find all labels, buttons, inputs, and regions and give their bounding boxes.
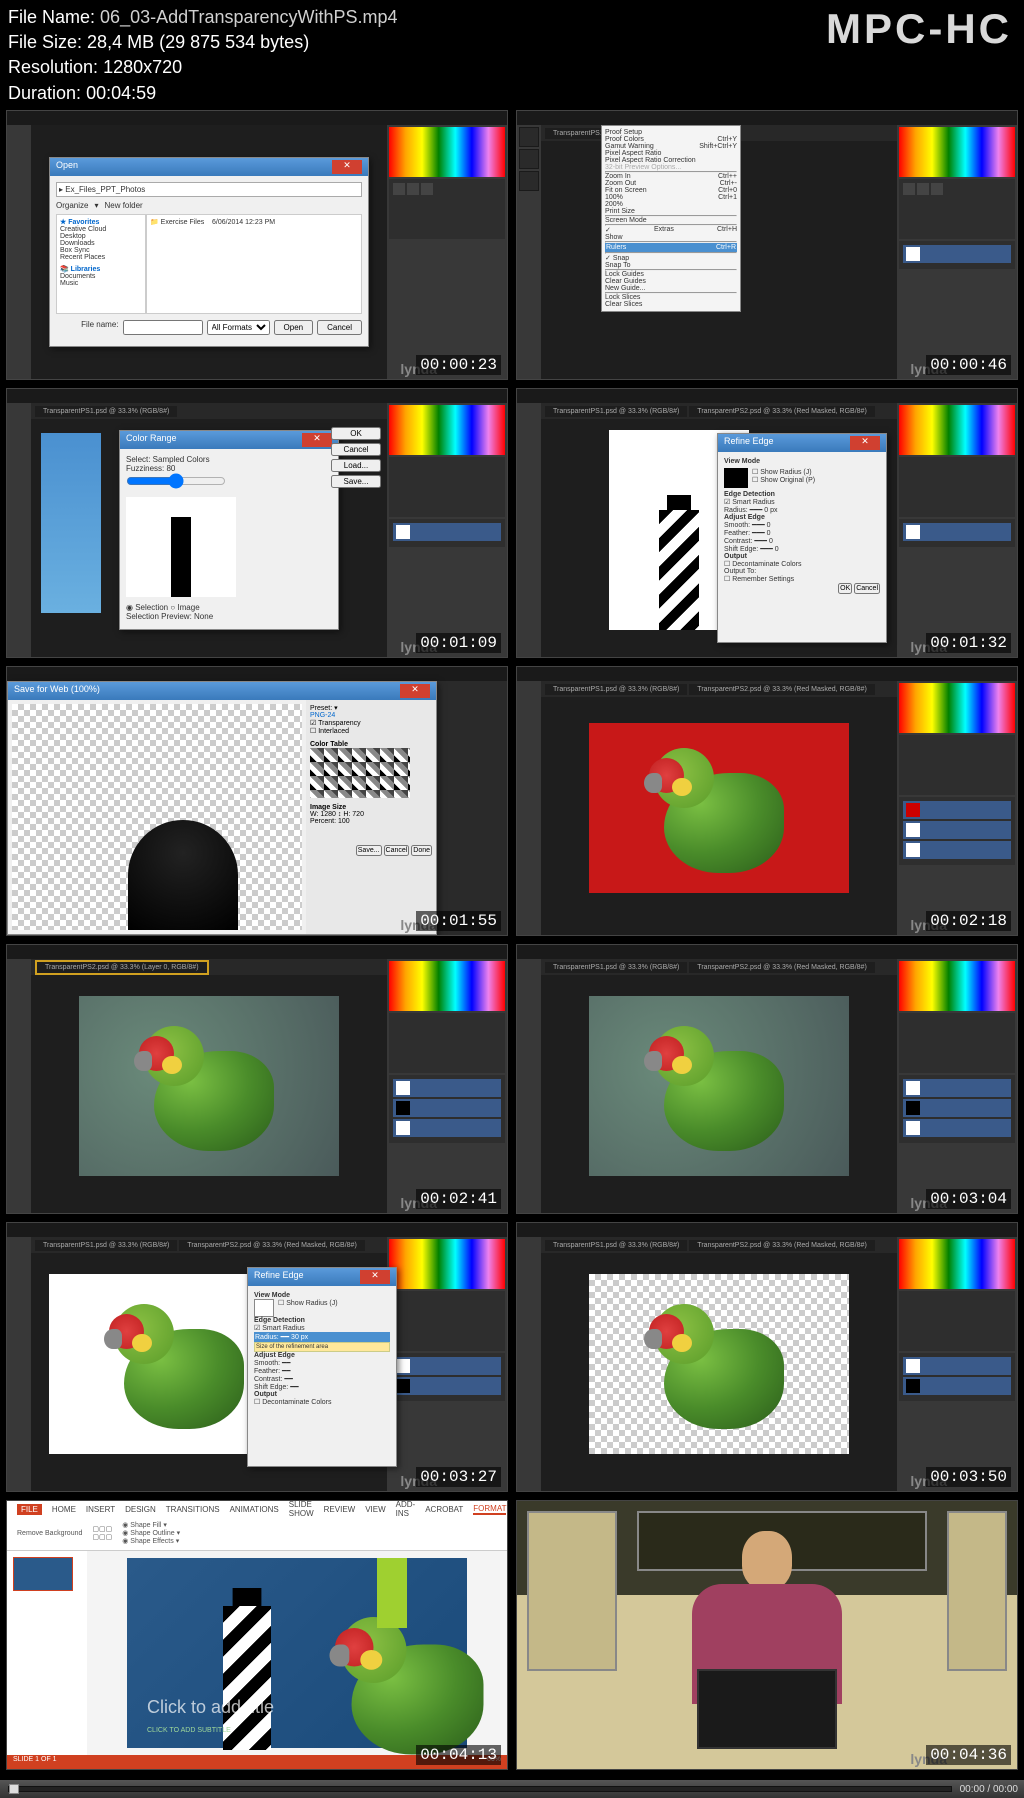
pp-slide[interactable]: Click to add title CLICK TO ADD SUBTITLE (127, 1558, 467, 1748)
save-button[interactable]: Save... (356, 845, 382, 856)
thumbnail-2: TransparentPS1.psd @ 33.3% (RGB/8#) Proo… (516, 110, 1018, 380)
close-icon[interactable]: ✕ (850, 436, 880, 450)
remove-bg-button[interactable]: Remove Background (17, 1530, 82, 1537)
timestamp: 00:04:36 (926, 1745, 1011, 1765)
dialog-title: Open✕ (50, 158, 368, 176)
ps-panels (387, 125, 507, 379)
cancel-button[interactable]: Cancel (384, 845, 410, 856)
timestamp: 00:02:41 (416, 1189, 501, 1209)
pp-tabs[interactable]: FILE HOMEINSERTDESIGN TRANSITIONSANIMATI… (7, 1501, 507, 1517)
thumbnail-7: TransparentPS2.psd @ 33.3% (Layer 0, RGB… (6, 944, 508, 1214)
ps-canvas: Open✕ ▸ Ex_Files_PPT_Photos Organize ▾ N… (31, 125, 387, 379)
thumbnail-9: TransparentPS1.psd @ 33.3% (RGB/8#)Trans… (6, 1222, 508, 1492)
close-icon[interactable]: ✕ (332, 160, 362, 174)
cancel-button[interactable]: Cancel (331, 443, 381, 456)
load-button[interactable]: Load... (331, 459, 381, 472)
seek-bar[interactable]: 00:00 / 00:00 (0, 1780, 1024, 1798)
ps-toolbar (7, 125, 31, 379)
file-info-overlay: File Name: 06_03-AddTransparencyWithPS.m… (8, 5, 398, 106)
view-menu[interactable]: Proof SetupProof ColorsCtrl+Y Gamut Warn… (601, 125, 741, 312)
player-logo: MPC-HC (826, 5, 1012, 53)
laptop (697, 1669, 837, 1749)
timestamp: 00:01:55 (416, 911, 501, 931)
thumbnail-8: TransparentPS1.psd @ 33.3% (RGB/8#)Trans… (516, 944, 1018, 1214)
thumbnail-11: FILE HOMEINSERTDESIGN TRANSITIONSANIMATI… (6, 1500, 508, 1770)
thumbnail-5: Save for Web (100%)✕ Preset: ▾ PNG-24 ☑ … (6, 666, 508, 936)
tooltip: Size of the refinement area (254, 1342, 390, 1352)
thumbnail-grid: Open✕ ▸ Ex_Files_PPT_Photos Organize ▾ N… (6, 110, 1018, 1770)
fuzziness-slider[interactable] (126, 473, 226, 489)
timestamp: 00:04:13 (416, 1745, 501, 1765)
timestamp: 00:01:32 (926, 633, 1011, 653)
slide-title[interactable]: Click to add title (147, 1697, 274, 1718)
close-icon[interactable]: ✕ (400, 684, 430, 698)
pp-ribbon: FILE HOMEINSERTDESIGN TRANSITIONSANIMATI… (7, 1501, 507, 1551)
save-button[interactable]: Save... (331, 475, 381, 488)
timestamp: 00:03:04 (926, 1189, 1011, 1209)
ps-menubar (7, 111, 507, 125)
done-button[interactable]: Done (411, 845, 432, 856)
thumbnail-3: TransparentPS1.psd @ 33.3% (RGB/8#) Colo… (6, 388, 508, 658)
slide-subtitle[interactable]: CLICK TO ADD SUBTITLE (147, 1727, 231, 1734)
timestamp: 00:01:09 (416, 633, 501, 653)
seek-time: 00:00 / 00:00 (960, 1784, 1024, 1795)
thumbnail-12: lynda 00:04:36 (516, 1500, 1018, 1770)
close-icon[interactable]: ✕ (302, 433, 332, 447)
thumbnail-1: Open✕ ▸ Ex_Files_PPT_Photos Organize ▾ N… (6, 110, 508, 380)
cancel-button[interactable]: Cancel (317, 320, 362, 335)
pp-slide-area: Click to add title CLICK TO ADD SUBTITLE (87, 1551, 507, 1755)
pp-slide-thumbnails[interactable] (7, 1551, 87, 1755)
close-icon[interactable]: ✕ (360, 1270, 390, 1284)
ok-button[interactable]: OK (331, 427, 381, 440)
timestamp: 00:00:23 (416, 355, 501, 375)
thumbnail-4: TransparentPS1.psd @ 33.3% (RGB/8#)Trans… (516, 388, 1018, 658)
dialog-body: ▸ Ex_Files_PPT_Photos Organize ▾ New fol… (50, 176, 368, 341)
thumbnail-6: TransparentPS1.psd @ 33.3% (RGB/8#)Trans… (516, 666, 1018, 936)
timestamp: 00:03:27 (416, 1467, 501, 1487)
timestamp: 00:02:18 (926, 911, 1011, 931)
format-select[interactable]: All Formats (207, 320, 270, 335)
timestamp: 00:00:46 (926, 355, 1011, 375)
filename-input[interactable] (123, 320, 203, 335)
thumbnail-10: TransparentPS1.psd @ 33.3% (RGB/8#)Trans… (516, 1222, 1018, 1492)
timestamp: 00:03:50 (926, 1467, 1011, 1487)
path-bar[interactable]: ▸ Ex_Files_PPT_Photos (56, 182, 362, 197)
seek-thumb[interactable] (9, 1784, 19, 1794)
open-button[interactable]: Open (274, 320, 314, 335)
seek-track[interactable] (8, 1786, 952, 1792)
